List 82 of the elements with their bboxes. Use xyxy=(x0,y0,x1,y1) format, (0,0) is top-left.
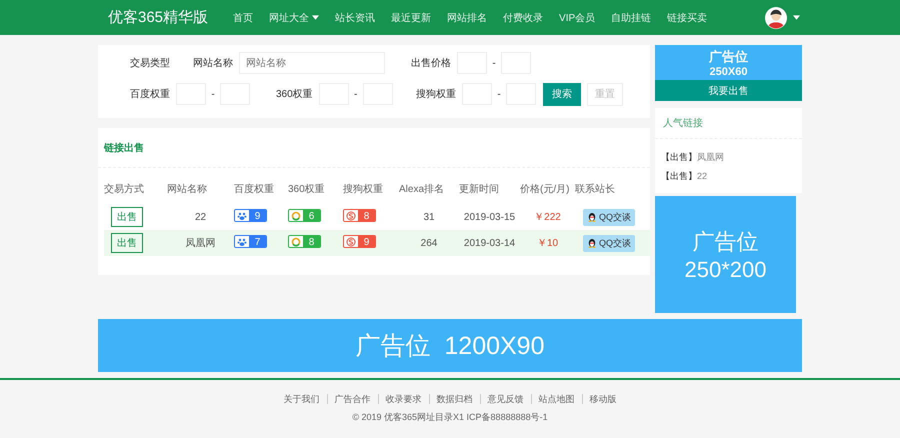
ring-icon xyxy=(289,236,303,247)
swirl-icon xyxy=(344,210,358,221)
column-header: 价格(元/月) xyxy=(520,184,570,195)
field-label: 网站名称 xyxy=(193,56,233,70)
site-logo[interactable]: 优客365精华版 xyxy=(108,8,208,27)
range-dash: - xyxy=(353,88,358,100)
price-text: ￥10 xyxy=(536,238,558,249)
ad-banner[interactable]: 广告位 250X60 xyxy=(655,45,802,80)
sogou-weight-badge: 8 xyxy=(343,209,376,222)
footer-link[interactable]: 意见反馈 xyxy=(480,394,530,404)
nav-link[interactable]: 付费收录 xyxy=(503,10,544,24)
baidu-weight-badge: 7 xyxy=(234,235,267,248)
site-name-field[interactable]: 网站名称 xyxy=(239,52,385,74)
caret-icon xyxy=(312,15,320,20)
nav-link[interactable]: 站长资讯 xyxy=(335,10,376,24)
trade-type-tag: 出售 xyxy=(111,233,143,253)
range-dash: - xyxy=(491,58,497,68)
swirl-icon xyxy=(344,236,358,247)
popular-link[interactable]: 【出售】凤凰网 xyxy=(661,151,802,164)
price-text: ￥222 xyxy=(534,212,561,223)
ad-banner[interactable]: 广告位 250*200 xyxy=(655,196,796,313)
column-header: Alexa排名 xyxy=(399,184,444,195)
penguin-icon xyxy=(587,212,597,222)
avatar-icon[interactable] xyxy=(765,6,788,28)
column-header: 搜狗权重 xyxy=(343,184,383,195)
nav-link[interactable]: 网站排名 xyxy=(447,10,488,24)
column-header: 交易方式 xyxy=(104,184,144,195)
table-cell: 22 xyxy=(194,212,206,222)
ad-title: 广告位 xyxy=(709,48,748,66)
panel-title: 人气链接 xyxy=(663,116,703,130)
table-cell: 2019-03-14 xyxy=(464,238,516,248)
field-label: 交易类型 xyxy=(130,56,170,70)
copyright-text: © 2019 优客365网址目录X1 ICP备88888888号-1 xyxy=(352,411,548,424)
ad-size: 250*200 xyxy=(684,256,766,282)
nav-link[interactable]: VIP会员 xyxy=(559,10,596,24)
popular-link[interactable]: 【出售】22 xyxy=(661,170,802,183)
ad-banner[interactable]: 广告位 1200X90 xyxy=(98,319,802,372)
table-cell: 31 xyxy=(423,212,435,222)
nav-link[interactable]: 最近更新 xyxy=(391,10,432,24)
baidu-weight-badge: 9 xyxy=(234,209,267,222)
footer-link[interactable]: 数据归档 xyxy=(428,394,480,404)
paw-icon xyxy=(235,210,249,221)
qq-chat-button[interactable]: QQ交谈 xyxy=(583,234,636,252)
field-label: 百度权重 xyxy=(130,88,170,101)
column-header: 360权重 xyxy=(288,184,325,195)
column-header: 更新时间 xyxy=(459,184,499,195)
field-label: 360权重 xyxy=(276,88,313,101)
ad-size: 250X60 xyxy=(710,66,748,78)
footer-link[interactable]: 关于我们 xyxy=(276,394,326,404)
search-button[interactable]: 搜索 xyxy=(543,82,581,106)
panel-title: 链接出售 xyxy=(104,142,144,154)
nav-link[interactable]: 自助挂链 xyxy=(611,10,652,24)
paw-icon xyxy=(235,236,249,247)
table-cell: 264 xyxy=(420,238,438,248)
sell-button[interactable]: 我要出售 xyxy=(655,80,802,101)
table-cell: 2019-03-15 xyxy=(464,212,516,222)
sogou-weight-badge: 9 xyxy=(343,235,376,248)
penguin-icon xyxy=(587,238,597,248)
360-weight-badge: 8 xyxy=(288,235,321,248)
footer-link[interactable]: 移动版 xyxy=(582,394,624,404)
nav-link[interactable]: 网址大全 xyxy=(269,10,320,24)
ad-title: 广告位 1200X90 xyxy=(356,331,544,362)
360-weight-badge: 6 xyxy=(288,209,321,222)
column-header: 联系站长 xyxy=(575,184,615,195)
column-header: 网站名称 xyxy=(167,184,207,195)
field-label: 出售价格 xyxy=(411,56,451,70)
table-cell: 凤凰网 xyxy=(186,238,216,249)
range-dash: - xyxy=(496,88,502,100)
footer-link[interactable]: 站点地图 xyxy=(530,394,582,404)
ad-title: 广告位 xyxy=(692,228,758,256)
column-header: 百度权重 xyxy=(234,184,274,195)
ring-icon xyxy=(289,210,303,221)
range-dash: - xyxy=(210,88,216,100)
field-label: 搜狗权重 xyxy=(416,88,456,101)
qq-chat-button[interactable]: QQ交谈 xyxy=(583,208,636,226)
nav-link[interactable]: 链接买卖 xyxy=(667,10,708,24)
footer-link[interactable]: 广告合作 xyxy=(326,394,378,404)
reset-button[interactable]: 重置 xyxy=(587,82,623,106)
footer-link[interactable]: 收录要求 xyxy=(378,394,428,404)
nav-link[interactable]: 首页 xyxy=(233,10,254,24)
trade-type-tag: 出售 xyxy=(111,207,143,227)
caret-icon[interactable] xyxy=(793,15,800,20)
